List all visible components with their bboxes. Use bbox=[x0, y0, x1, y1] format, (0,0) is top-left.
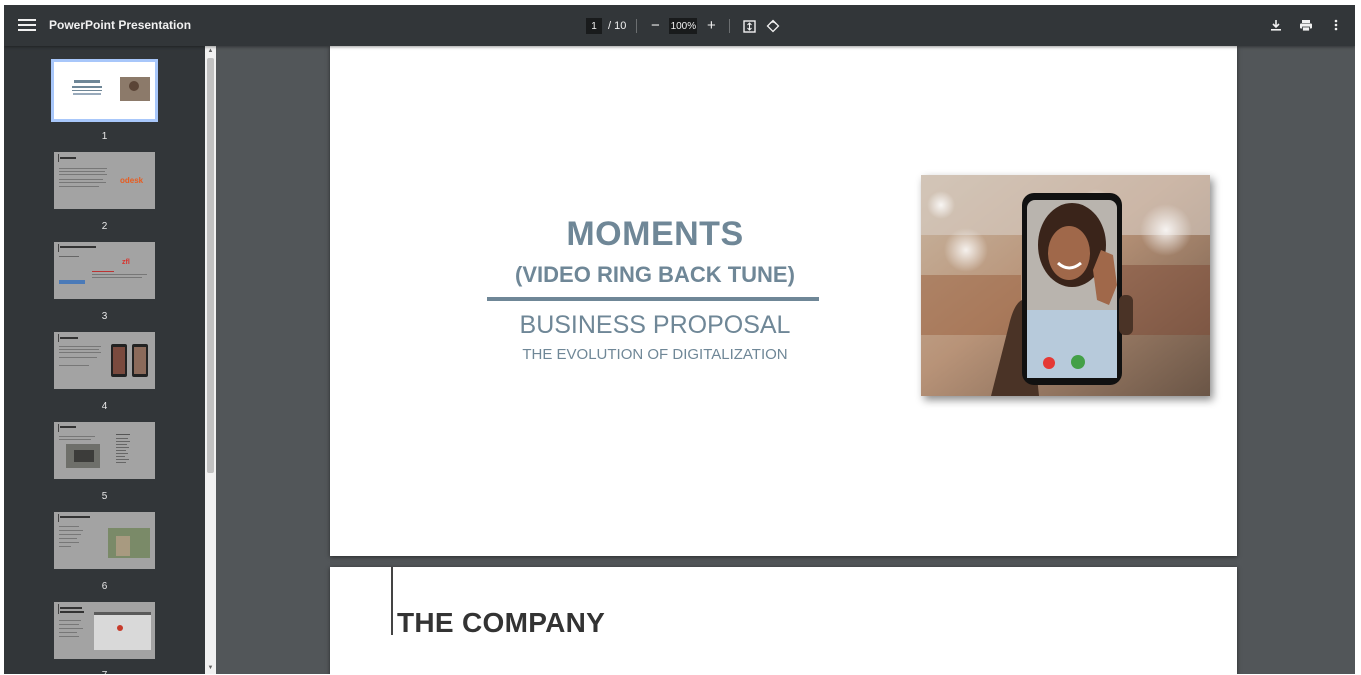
viewer-toolbar: PowerPoint Presentation 1 / 10 − 100% + bbox=[4, 5, 1355, 46]
divider bbox=[729, 19, 731, 33]
zoom-level-input[interactable]: 100% bbox=[669, 18, 698, 34]
thumbnail-page-1[interactable] bbox=[51, 59, 158, 122]
right-toolbar bbox=[1267, 16, 1345, 34]
menu-icon[interactable] bbox=[18, 16, 36, 34]
sidebar-scrollbar[interactable]: ▲ ▼ bbox=[205, 46, 216, 674]
print-icon[interactable] bbox=[1297, 16, 1315, 34]
page-zoom-controls: 1 / 10 − 100% + bbox=[586, 15, 782, 37]
thumbnail-page-4[interactable] bbox=[54, 332, 155, 389]
slide-tagline: THE EVOLUTION OF DIGITALIZATION bbox=[522, 346, 788, 363]
scroll-up-arrow-icon[interactable]: ▲ bbox=[207, 47, 214, 55]
thumbnail-number: 5 bbox=[101, 491, 108, 502]
scrollbar-thumb[interactable] bbox=[207, 58, 214, 473]
title-divider bbox=[487, 297, 819, 301]
page-number-input[interactable]: 1 bbox=[586, 18, 602, 34]
thumbnail-number: 1 bbox=[101, 131, 108, 142]
thumbnail-number: 4 bbox=[101, 401, 108, 412]
page-2-title: THE COMPANY bbox=[397, 607, 606, 638]
video-call-photo bbox=[921, 175, 1210, 396]
slide-heading: BUSINESS PROPOSAL bbox=[519, 311, 791, 339]
slide-title: MOMENTS bbox=[566, 215, 744, 253]
divider bbox=[636, 19, 638, 33]
slide-subtitle: (VIDEO RING BACK TUNE) bbox=[515, 262, 795, 287]
pdf-page-2: THE COMPANY bbox=[330, 567, 1237, 674]
scroll-down-arrow-icon[interactable]: ▼ bbox=[207, 664, 214, 672]
svg-text:odesk: odesk bbox=[120, 176, 144, 185]
download-icon[interactable] bbox=[1267, 16, 1285, 34]
more-options-icon[interactable] bbox=[1327, 16, 1345, 34]
zoom-out-button[interactable]: − bbox=[647, 18, 663, 34]
rotate-icon[interactable] bbox=[764, 17, 782, 35]
svg-text:zfl: zfl bbox=[122, 259, 130, 266]
pdf-viewer: PowerPoint Presentation 1 / 10 − 100% + bbox=[4, 5, 1355, 674]
thumbnail-page-7[interactable] bbox=[54, 602, 155, 659]
page-total: / 10 bbox=[608, 20, 627, 32]
thumbnail-page-6[interactable] bbox=[54, 512, 155, 569]
zoom-in-button[interactable]: + bbox=[703, 18, 719, 34]
thumbnail-sidebar: 1 odesk 2 zfl 3 4 5 6 bbox=[4, 46, 216, 674]
thumbnail-page-2[interactable]: odesk bbox=[54, 152, 155, 209]
thumbnail-page-3[interactable]: zfl bbox=[54, 242, 155, 299]
thumbnail-number: 3 bbox=[101, 311, 108, 322]
pdf-page-1: MOMENTS (VIDEO RING BACK TUNE) BUSINESS … bbox=[330, 46, 1237, 556]
thumbnail-number: 6 bbox=[101, 581, 108, 592]
fit-to-page-icon[interactable] bbox=[740, 17, 758, 35]
document-title: PowerPoint Presentation bbox=[49, 18, 192, 32]
thumbnail-page-5[interactable] bbox=[54, 422, 155, 479]
thumbnail-number: 7 bbox=[54, 670, 155, 674]
title-accent-bar bbox=[391, 567, 393, 635]
thumbnail-number: 2 bbox=[101, 221, 108, 232]
